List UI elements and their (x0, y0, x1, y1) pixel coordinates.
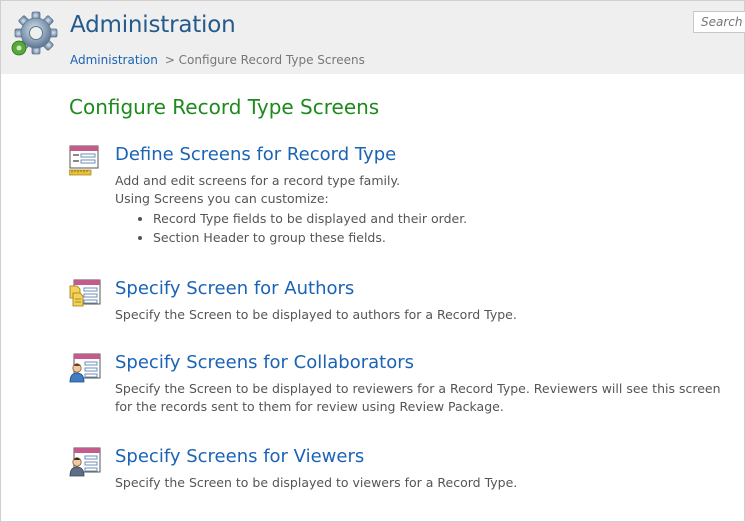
list-item: Record Type fields to be displayed and t… (153, 210, 725, 229)
customize-list: Record Type fields to be displayed and t… (115, 210, 725, 247)
collaborators-screen-description: Specify the Screen to be displayed to re… (115, 381, 721, 414)
breadcrumb: Administration > Configure Record Type Sc… (70, 53, 365, 67)
screen-authors-icon (69, 278, 101, 310)
breadcrumb-link-administration[interactable]: Administration (70, 53, 158, 67)
define-screens-description: Add and edit screens for a record type f… (115, 172, 725, 247)
screen-collaborators-icon (69, 352, 101, 384)
screen-viewers-icon (69, 446, 101, 478)
page-title: Configure Record Type Screens (69, 95, 380, 119)
viewers-screen-description: Specify the Screen to be displayed to vi… (115, 475, 518, 490)
authors-screen-description: Specify the Screen to be displayed to au… (115, 307, 517, 322)
breadcrumb-current: > Configure Record Type Screens (164, 53, 365, 67)
header-bar: Administration Administration > Configure… (1, 1, 744, 74)
description-line: Using Screens you can customize: (115, 191, 329, 206)
authors-screen-link[interactable]: Specify Screen for Authors (115, 278, 354, 299)
search-input[interactable] (693, 11, 745, 33)
description-line: Add and edit screens for a record type f… (115, 173, 401, 188)
collaborators-screen-link[interactable]: Specify Screens for Collaborators (115, 352, 414, 373)
app-title: Administration (70, 12, 236, 38)
screen-ruler-icon (68, 144, 101, 176)
list-item: Section Header to group these fields. (153, 229, 725, 248)
viewers-screen-link[interactable]: Specify Screens for Viewers (115, 446, 364, 467)
define-screens-link[interactable]: Define Screens for Record Type (115, 144, 396, 165)
admin-gear-icon (9, 11, 59, 61)
window-frame (0, 0, 745, 522)
